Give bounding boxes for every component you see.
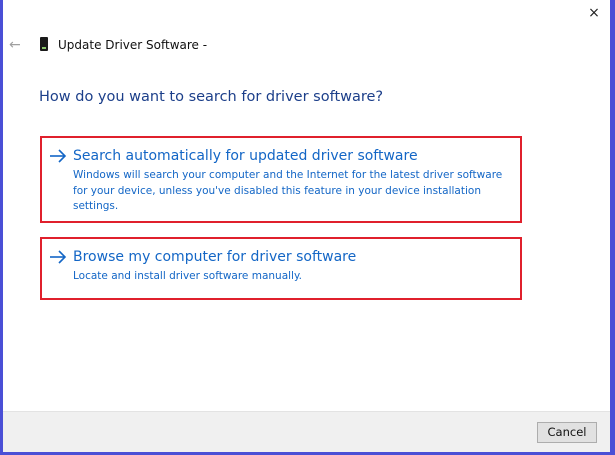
- option-title: Browse my computer for driver software: [73, 249, 357, 265]
- dialog-footer: Cancel: [3, 411, 610, 452]
- browse-computer-option[interactable]: Browse my computer for driver software L…: [40, 237, 522, 300]
- close-button[interactable]: ×: [584, 3, 604, 23]
- close-icon: ×: [588, 5, 600, 21]
- option-title: Search automatically for updated driver …: [73, 148, 418, 164]
- arrow-right-icon: [50, 250, 67, 264]
- arrow-right-icon: [50, 149, 67, 163]
- search-automatically-option[interactable]: Search automatically for updated driver …: [40, 136, 522, 223]
- update-driver-dialog: × ← Update Driver Software - How do you …: [3, 0, 610, 452]
- back-arrow-icon[interactable]: ←: [9, 36, 21, 54]
- dialog-header: ← Update Driver Software -: [3, 32, 610, 58]
- page-heading: How do you want to search for driver sof…: [39, 89, 384, 105]
- option-description: Windows will search your computer and th…: [73, 169, 503, 212]
- cancel-button[interactable]: Cancel: [537, 422, 597, 443]
- device-icon: [40, 37, 48, 51]
- option-description: Locate and install driver software manua…: [73, 270, 303, 282]
- dialog-title: Update Driver Software -: [58, 38, 208, 52]
